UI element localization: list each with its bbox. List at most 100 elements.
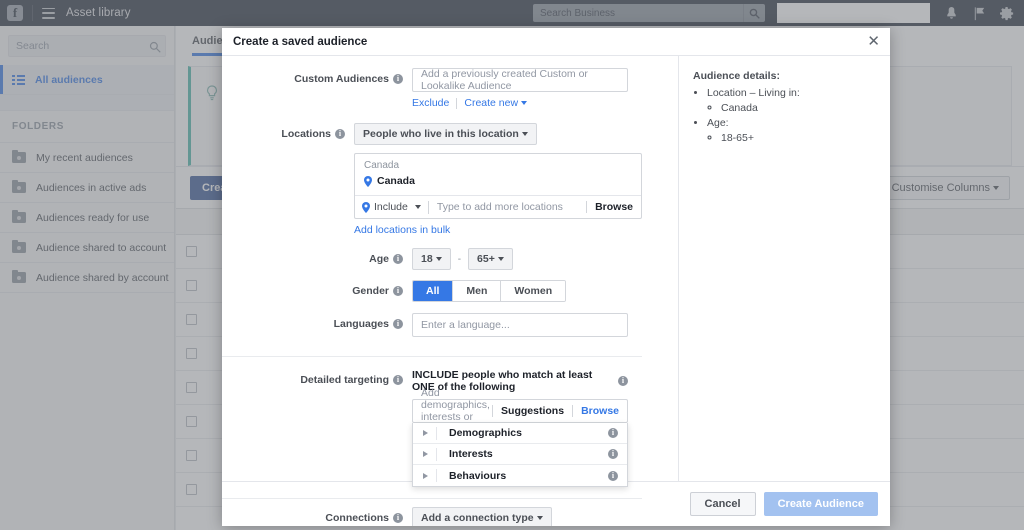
location-include-dropdown[interactable]: Include xyxy=(355,201,428,213)
gender-segmented-control: All Men Women xyxy=(412,280,566,302)
audience-detail-value: Canada xyxy=(721,101,878,116)
field-gender: Gender i All Men Women xyxy=(222,280,642,302)
location-search-input[interactable]: Type to add more locations xyxy=(429,201,586,213)
section-divider xyxy=(222,356,642,357)
info-icon[interactable]: i xyxy=(393,375,403,385)
exclude-link[interactable]: Exclude xyxy=(412,97,449,109)
age-min-dropdown[interactable]: 18 xyxy=(412,248,451,270)
location-mode-label: People who live in this location xyxy=(363,128,519,140)
chevron-right-icon[interactable] xyxy=(423,430,428,436)
languages-placeholder: Enter a language... xyxy=(421,319,510,331)
gender-option-all[interactable]: All xyxy=(413,281,453,301)
languages-input[interactable]: Enter a language... xyxy=(412,313,628,337)
location-chip-label: Canada xyxy=(377,175,415,187)
info-icon[interactable]: i xyxy=(393,286,403,296)
info-icon[interactable]: i xyxy=(608,471,618,481)
map-pin-icon xyxy=(362,202,370,213)
field-label-text: Locations xyxy=(281,128,331,140)
divider xyxy=(436,469,437,482)
detailed-targeting-input-row: Add demographics, interests or behaviour… xyxy=(412,399,628,423)
field-label: Custom Audiences i xyxy=(222,68,412,85)
info-icon[interactable]: i xyxy=(393,254,403,264)
field-locations: Locations i People who live in this loca… xyxy=(222,123,642,236)
cancel-button[interactable]: Cancel xyxy=(690,492,756,516)
field-age: Age i 18 - 65+ xyxy=(222,248,642,270)
field-label-text: Custom Audiences xyxy=(294,73,389,85)
chevron-right-icon[interactable] xyxy=(423,451,428,457)
field-label-text: Age xyxy=(369,253,389,265)
map-pin-icon xyxy=(364,176,372,187)
audience-detail-label: Location – Living in: xyxy=(707,87,800,99)
detailed-targeting-browse-button[interactable]: Browse xyxy=(572,405,627,417)
audience-details-panel: Audience details: Location – Living in: … xyxy=(678,56,890,481)
suggestions-button[interactable]: Suggestions xyxy=(492,405,572,417)
location-chip-canada[interactable]: Canada xyxy=(355,173,641,195)
audience-detail-item: Location – Living in: Canada xyxy=(707,86,878,116)
age-range-dash: - xyxy=(458,254,461,265)
field-detailed-targeting: Detailed targeting i INCLUDE people who … xyxy=(222,369,642,487)
info-icon[interactable]: i xyxy=(393,319,403,329)
field-control: Enter a language... xyxy=(412,313,642,337)
location-group-header: Canada xyxy=(355,154,641,173)
location-mode-dropdown[interactable]: People who live in this location xyxy=(354,123,537,145)
chevron-down-icon xyxy=(436,257,442,261)
info-icon[interactable]: i xyxy=(393,513,403,523)
connections-dropdown[interactable]: Add a connection type xyxy=(412,507,552,526)
info-icon[interactable]: i xyxy=(335,129,345,139)
menu-item-interests[interactable]: Interests i xyxy=(413,444,627,465)
field-connections: Connections i Add a connection type xyxy=(222,507,642,526)
audience-detail-value: 18-65+ xyxy=(721,131,878,146)
gender-option-women[interactable]: Women xyxy=(501,281,565,301)
chevron-down-icon xyxy=(537,516,543,520)
locations-browse-button[interactable]: Browse xyxy=(586,201,641,213)
menu-item-label: Interests xyxy=(449,448,493,460)
field-label: Languages i xyxy=(222,313,412,330)
custom-audiences-links: Exclude Create new xyxy=(412,97,628,109)
field-control: INCLUDE people who match at least ONE of… xyxy=(412,369,642,487)
audience-detail-sublist: Canada xyxy=(721,101,878,116)
field-control: Add a connection type xyxy=(412,507,642,526)
gender-option-men[interactable]: Men xyxy=(453,281,501,301)
divider xyxy=(456,98,457,109)
create-new-label: Create new xyxy=(464,97,518,109)
field-label: Age i xyxy=(222,248,412,265)
field-control: 18 - 65+ xyxy=(412,248,642,270)
field-custom-audiences: Custom Audiences i Add a previously crea… xyxy=(222,68,642,109)
info-icon[interactable]: i xyxy=(608,428,618,438)
custom-audiences-input[interactable]: Add a previously created Custom or Looka… xyxy=(412,68,628,92)
app-root: f Asset library Search Business xyxy=(0,0,1024,530)
field-label-text: Detailed targeting xyxy=(300,374,389,386)
menu-item-behaviours[interactable]: Behaviours i xyxy=(413,465,627,486)
dialog-form: Custom Audiences i Add a previously crea… xyxy=(222,56,642,526)
create-new-link[interactable]: Create new xyxy=(464,97,527,109)
close-icon[interactable]: ✕ xyxy=(867,34,880,49)
field-control: People who live in this location Canada … xyxy=(354,123,642,236)
age-max-dropdown[interactable]: 65+ xyxy=(468,248,513,270)
audience-details-list: Location – Living in: Canada Age: 18-65+ xyxy=(707,86,878,146)
info-icon[interactable]: i xyxy=(618,376,628,386)
locations-box: Canada Canada Include xyxy=(354,153,642,219)
field-label: Detailed targeting i xyxy=(222,369,412,386)
audience-detail-sublist: 18-65+ xyxy=(721,131,878,146)
create-audience-submit-button[interactable]: Create Audience xyxy=(764,492,878,516)
dialog-body: Audience details: Location – Living in: … xyxy=(222,56,890,481)
age-max-value: 65+ xyxy=(477,253,495,265)
field-label-text: Languages xyxy=(334,318,389,330)
menu-item-label: Behaviours xyxy=(449,470,506,482)
info-icon[interactable]: i xyxy=(608,449,618,459)
chevron-right-icon[interactable] xyxy=(423,473,428,479)
create-saved-audience-dialog: Create a saved audience ✕ Audience detai… xyxy=(222,28,890,526)
add-locations-in-bulk-link[interactable]: Add locations in bulk xyxy=(354,224,642,236)
divider xyxy=(436,427,437,440)
menu-item-label: Demographics xyxy=(449,427,522,439)
dialog-title: Create a saved audience xyxy=(233,36,367,48)
chevron-down-icon xyxy=(521,101,527,105)
info-icon[interactable]: i xyxy=(393,74,403,84)
field-label-text: Gender xyxy=(352,285,389,297)
chevron-down-icon xyxy=(415,205,421,209)
field-label: Connections i xyxy=(222,507,412,524)
detailed-targeting-menu: Demographics i Interests i xyxy=(412,423,628,487)
custom-audiences-placeholder: Add a previously created Custom or Looka… xyxy=(421,68,619,92)
audience-detail-item: Age: 18-65+ xyxy=(707,116,878,146)
menu-item-demographics[interactable]: Demographics i xyxy=(413,423,627,444)
